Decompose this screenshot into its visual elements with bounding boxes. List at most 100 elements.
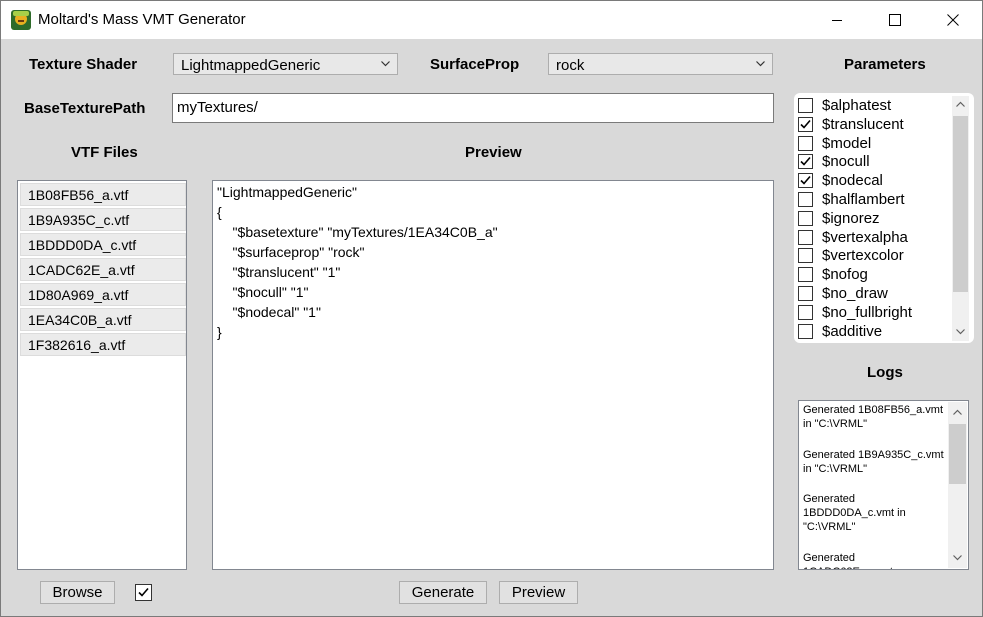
close-icon <box>947 14 959 26</box>
parameters-scrollbar[interactable] <box>952 96 969 341</box>
parameter-checkbox[interactable] <box>798 173 813 189</box>
vtf-file-item[interactable]: 1B08FB56_a.vtf <box>20 183 186 206</box>
vtf-file-name: 1CADC62E_a.vtf <box>28 262 135 278</box>
window-title: Moltard's Mass VMT Generator <box>38 11 246 28</box>
parameter-checkbox[interactable] <box>798 98 813 113</box>
parameter-label: $ignorez <box>822 209 880 227</box>
preview-line: "$basetexture" "myTextures/1EA34C0B_a" <box>217 224 498 240</box>
chevron-down-icon <box>756 61 765 67</box>
log-entry: Generated 1B9A935C_c.vmt in "C:\VRML" <box>803 449 944 475</box>
parameter-label: $translucent <box>822 115 904 133</box>
parameter-label: $nodecal <box>822 172 883 190</box>
surfaceprop-label: SurfaceProp <box>430 56 520 73</box>
vtf-file-name: 1BDDD0DA_c.vtf <box>28 237 137 253</box>
vtf-file-item[interactable]: 1B9A935C_c.vtf <box>20 208 186 231</box>
preview-button[interactable]: Preview <box>499 581 578 604</box>
vtf-file-item[interactable]: 1CADC62E_a.vtf <box>20 258 186 281</box>
chevron-down-icon <box>381 61 390 67</box>
checkmark-icon <box>138 587 149 597</box>
option-checkbox[interactable] <box>135 584 152 601</box>
parameter-checkbox[interactable] <box>798 135 813 151</box>
title-bar[interactable]: Moltard's Mass VMT Generator <box>1 1 982 39</box>
log-entry: Generated 1CADC62E_a.vmt <box>803 552 893 569</box>
basetexturepath-input[interactable]: myTextures/ <box>172 93 774 123</box>
minimize-icon <box>832 20 842 21</box>
logs-scrollbar[interactable] <box>948 402 967 568</box>
parameter-label: $vertexalpha <box>822 228 908 246</box>
checkmark-icon <box>800 157 811 167</box>
parameter-checkbox[interactable] <box>798 304 813 320</box>
vtf-file-item[interactable]: 1BDDD0DA_c.vtf <box>20 233 186 256</box>
close-button[interactable] <box>924 1 982 39</box>
parameter-label: $no_fullbright <box>822 303 913 321</box>
preview-line: "$translucent" "1" <box>217 264 341 280</box>
generate-button[interactable]: Generate <box>399 581 487 604</box>
vtf-file-name: 1B9A935C_c.vtf <box>28 212 130 228</box>
scroll-up-icon[interactable] <box>956 101 965 107</box>
parameter-checkbox[interactable] <box>798 286 813 301</box>
preview-textarea[interactable]: "LightmappedGeneric" { "$basetexture" "my… <box>212 180 774 570</box>
checkmark-icon <box>800 176 811 185</box>
logs-textarea[interactable]: Generated 1B08FB56_a.vmt in "C:\VRML" Gen… <box>798 400 969 570</box>
parameter-checkbox[interactable] <box>798 229 813 245</box>
parameter-checkbox[interactable] <box>798 116 813 132</box>
parameter-label: $additive <box>822 322 883 340</box>
vtf-file-name: 1F382616_a.vtf <box>28 337 126 353</box>
parameter-label: $nofog <box>822 266 868 284</box>
main-window: Moltard's Mass VMT Generator Texture Sha… <box>0 0 983 617</box>
preview-line: "$surfaceprop" "rock" <box>217 244 365 260</box>
preview-line: "$nodecal" "1" <box>217 304 321 320</box>
log-entry: Generated 1BDDD0DA_c.vmt in "C:\VRML" <box>803 493 906 533</box>
basetexturepath-label: BaseTexturePath <box>24 100 146 117</box>
surfaceprop-value: rock <box>556 57 585 74</box>
parameter-label: $model <box>822 134 872 152</box>
checkmark-icon <box>800 119 811 129</box>
scroll-down-icon[interactable] <box>956 329 965 335</box>
parameters-heading: Parameters <box>844 56 926 73</box>
minimize-button[interactable] <box>808 1 866 39</box>
preview-line: } <box>217 324 222 340</box>
parameter-checkbox[interactable] <box>798 267 813 283</box>
parameter-label: $halflambert <box>822 191 905 208</box>
parameter-label: $nocull <box>822 153 870 171</box>
parameter-checkbox[interactable] <box>798 210 813 226</box>
parameter-checkbox[interactable] <box>798 154 813 170</box>
surfaceprop-select[interactable]: rock <box>548 53 773 75</box>
vtf-file-name: 1B08FB56_a.vtf <box>28 187 129 203</box>
browse-button[interactable]: Browse <box>40 581 115 604</box>
vtf-file-item[interactable]: 1D80A969_a.vtf <box>20 283 186 306</box>
app-logo-icon <box>11 10 31 30</box>
preview-heading: Preview <box>465 144 522 161</box>
preview-line: { <box>217 204 222 220</box>
logs-scroll-thumb[interactable] <box>949 424 966 484</box>
vtf-file-item[interactable]: 1F382616_a.vtf <box>20 333 186 356</box>
maximize-button[interactable] <box>866 1 924 39</box>
scroll-up-icon[interactable] <box>953 409 962 415</box>
logs-heading: Logs <box>867 364 903 381</box>
texture-shader-value: LightmappedGeneric <box>181 57 321 74</box>
parameters-scroll-thumb[interactable] <box>953 116 968 292</box>
preview-button-label: Preview <box>511 584 566 601</box>
vtf-files-list[interactable]: 1B08FB56_a.vtf 1B9A935C_c.vtf 1BDDD0DA_c.v… <box>17 180 187 570</box>
parameter-checkbox[interactable] <box>798 323 813 339</box>
maximize-icon <box>889 14 901 26</box>
parameters-list[interactable]: $alphatest $translucent $model $nocull $node… <box>794 93 974 343</box>
log-entry: Generated 1B08FB56_a.vmt in "C:\VRML" <box>803 404 944 430</box>
texture-shader-label: Texture Shader <box>29 56 138 73</box>
texture-shader-select[interactable]: LightmappedGeneric <box>173 53 398 75</box>
parameter-checkbox[interactable] <box>798 192 813 207</box>
parameter-checkbox[interactable] <box>798 248 813 264</box>
browse-button-label: Browse <box>52 584 103 601</box>
vtf-files-heading: VTF Files <box>71 144 138 161</box>
vtf-file-name: 1EA34C0B_a.vtf <box>28 312 132 328</box>
vtf-file-item[interactable]: 1EA34C0B_a.vtf <box>20 308 186 331</box>
generate-button-label: Generate <box>411 584 475 601</box>
scroll-down-icon[interactable] <box>953 555 962 561</box>
preview-line: "$nocull" "1" <box>217 284 309 300</box>
parameter-label: $vertexcolor <box>822 247 904 265</box>
preview-line: "LightmappedGeneric" <box>217 184 357 200</box>
parameter-label: $alphatest <box>822 97 892 114</box>
basetexturepath-value: myTextures/ <box>177 99 258 116</box>
vtf-file-name: 1D80A969_a.vtf <box>28 287 129 303</box>
parameter-label: $no_draw <box>822 285 888 302</box>
